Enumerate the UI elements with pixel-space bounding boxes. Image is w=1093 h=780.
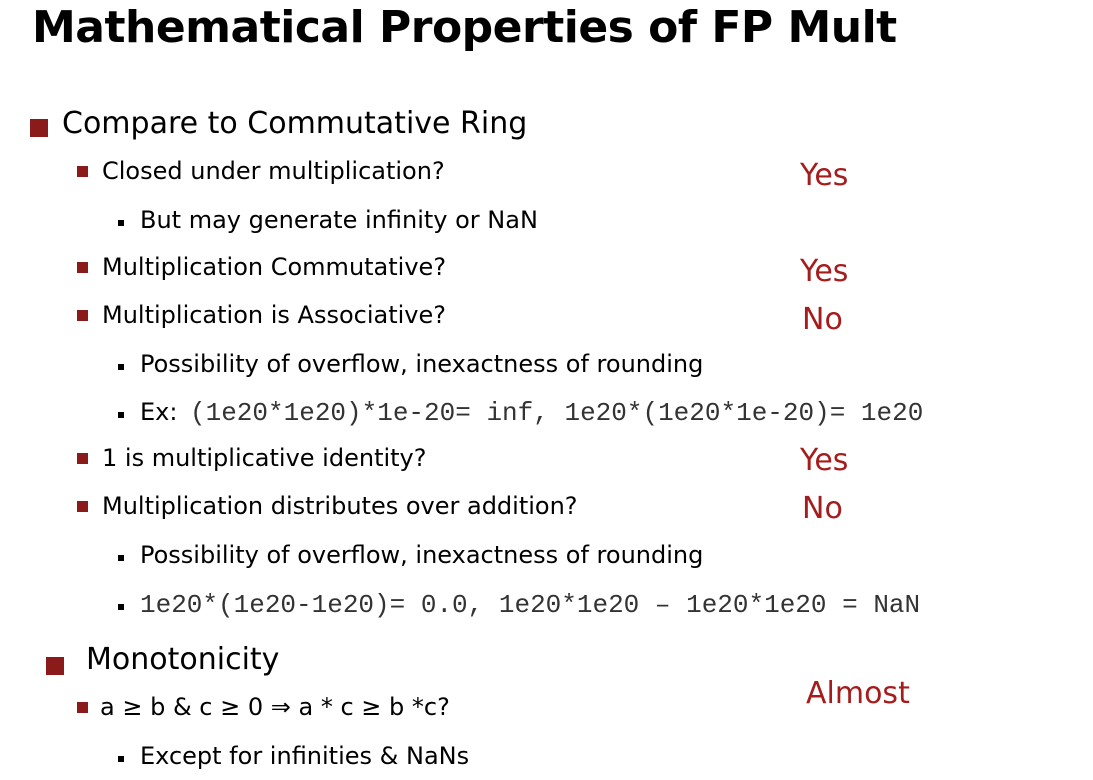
item-identity-label: 1 is multiplicative identity? bbox=[102, 444, 427, 472]
item-closed-answer: Yes bbox=[800, 158, 849, 193]
bullet-square-icon bbox=[77, 453, 88, 464]
item-closed-label: Closed under multiplication? bbox=[102, 157, 445, 185]
item-monotone-label: a ≥ b & c ≥ 0 ⇒ a * c ≥ b *c? bbox=[100, 693, 450, 721]
item-associative-label: Multiplication is Associative? bbox=[102, 301, 447, 329]
bullet-icon bbox=[118, 604, 124, 610]
item-associative-example-code: (1e20*1e20)*1e-20= inf, 1e20*(1e20*1e-20… bbox=[190, 398, 924, 428]
bullet-square-icon bbox=[77, 166, 88, 177]
bullet-icon bbox=[118, 220, 124, 226]
item-commutative-answer: Yes bbox=[800, 254, 849, 289]
item-associative-sub: Possibility of overflow, inexactness of … bbox=[140, 350, 704, 378]
bullet-icon bbox=[118, 412, 124, 418]
item-distributes-sub: Possibility of overflow, inexactness of … bbox=[140, 541, 704, 569]
bullet-square-icon bbox=[30, 119, 48, 137]
bullet-icon bbox=[118, 756, 124, 762]
item-monotone-sub: Except for infinities & NaNs bbox=[140, 742, 470, 770]
page-title: Mathematical Properties of FP Mult bbox=[32, 2, 897, 53]
bullet-square-icon bbox=[77, 310, 88, 321]
item-distributes-label: Multiplication distributes over addition… bbox=[102, 492, 578, 520]
bullet-square-icon bbox=[77, 262, 88, 273]
item-closed-sub: But may generate infinity or NaN bbox=[140, 206, 538, 234]
bullet-square-icon bbox=[77, 702, 88, 713]
item-identity-answer: Yes bbox=[800, 443, 849, 478]
section-heading-monotonicity: Monotonicity bbox=[86, 642, 280, 677]
bullet-square-icon bbox=[77, 501, 88, 512]
item-monotone-answer: Almost bbox=[806, 676, 910, 711]
item-distributes-example-code: 1e20*(1e20-1e20)= 0.0, 1e20*1e20 – 1e20*… bbox=[140, 590, 921, 620]
bullet-icon bbox=[118, 555, 124, 561]
bullet-icon bbox=[118, 364, 124, 370]
section-heading-ring: Compare to Commutative Ring bbox=[62, 106, 528, 141]
item-commutative-label: Multiplication Commutative? bbox=[102, 253, 447, 281]
bullet-square-icon bbox=[46, 657, 64, 675]
item-associative-example-prefix: Ex: bbox=[140, 398, 178, 426]
item-associative-answer: No bbox=[802, 302, 843, 337]
item-distributes-answer: No bbox=[802, 491, 843, 526]
